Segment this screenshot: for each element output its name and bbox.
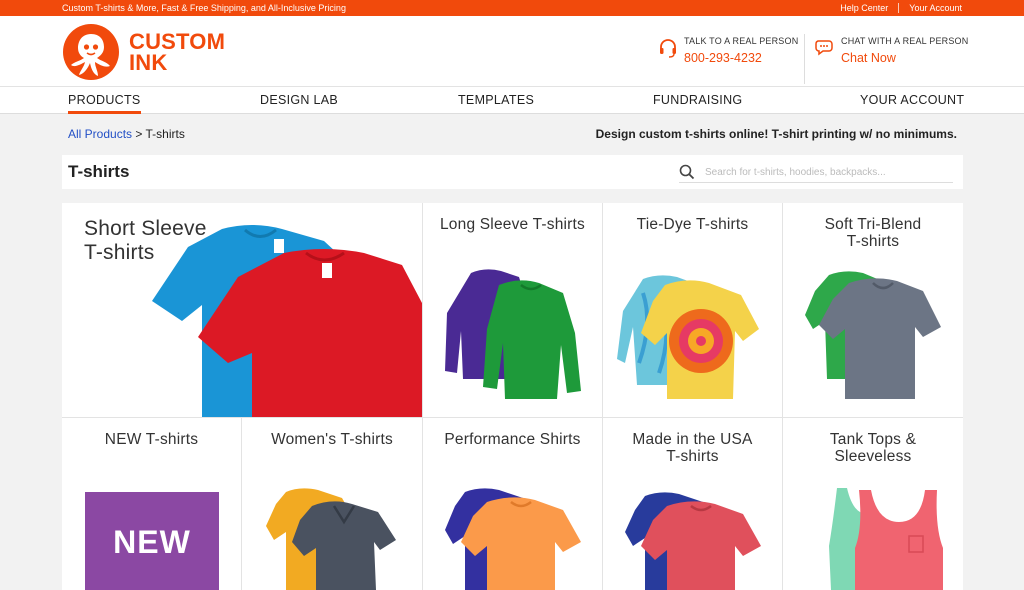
- phone-contact[interactable]: TALK TO A REAL PERSON 800-293-4232: [658, 36, 798, 65]
- octopus-logo-icon: [63, 24, 119, 80]
- phone-label: TALK TO A REAL PERSON: [684, 36, 799, 46]
- category-card-tank-tops[interactable]: Tank Tops & Sleeveless: [783, 418, 963, 590]
- promo-text: Custom T-shirts & More, Fast & Free Ship…: [62, 3, 346, 13]
- logo-line-1: CUSTOM: [129, 29, 226, 54]
- search-icon[interactable]: [679, 164, 695, 180]
- nav-design-lab[interactable]: DESIGN LAB: [260, 93, 338, 107]
- short-sleeve-tshirt-image: [152, 225, 422, 417]
- category-label-line-1: NEW T-shirts: [104, 431, 199, 448]
- performance-shirt-image: [445, 488, 581, 590]
- category-card-performance[interactable]: Performance Shirts: [423, 418, 602, 590]
- breadcrumb-all-products[interactable]: All Products: [68, 127, 132, 141]
- search-input[interactable]: [705, 163, 950, 181]
- page-title-bar: T-shirts: [62, 155, 963, 189]
- chat-label: CHAT WITH A REAL PERSON: [841, 36, 969, 46]
- category-card-short-sleeve[interactable]: Short Sleeve T-shirts: [62, 203, 422, 417]
- chat-now-link[interactable]: Chat Now: [841, 51, 968, 65]
- search-box[interactable]: [679, 161, 953, 183]
- nav-templates[interactable]: TEMPLATES: [458, 93, 534, 107]
- headset-icon: [660, 39, 676, 58]
- category-grid: Short Sleeve T-shirts Long Sleeve T-shir…: [62, 203, 963, 590]
- logo-wordmark: CUSTOM INK: [129, 29, 226, 75]
- category-label: NEW T-shirts: [62, 431, 241, 448]
- nav-fundraising[interactable]: FUNDRAISING: [653, 93, 742, 107]
- tank-top-image: [829, 488, 943, 590]
- custom-ink-logo[interactable]: CUSTOM INK: [62, 23, 225, 81]
- tie-dye-tshirt-image: [617, 275, 759, 399]
- main-nav: PRODUCTS DESIGN LAB TEMPLATES FUNDRAISIN…: [0, 86, 1024, 114]
- category-card-made-in-usa[interactable]: Made in the USA T-shirts: [603, 418, 782, 590]
- new-badge: NEW: [85, 492, 219, 590]
- tri-blend-tshirt-image: [805, 271, 941, 399]
- chat-contact[interactable]: CHAT WITH A REAL PERSON Chat Now: [815, 36, 968, 65]
- your-account-link[interactable]: Your Account: [899, 3, 962, 13]
- category-card-tie-dye[interactable]: Tie-Dye T-shirts: [603, 203, 782, 417]
- breadcrumb: All Products > T-shirts: [68, 127, 185, 141]
- category-card-new[interactable]: NEW T-shirts NEW: [62, 418, 241, 590]
- breadcrumb-current: T-shirts: [145, 127, 185, 141]
- chat-bubble-icon: [815, 40, 833, 56]
- category-card-tri-blend[interactable]: Soft Tri-Blend T-shirts: [783, 203, 963, 417]
- phone-number[interactable]: 800-293-4232: [684, 51, 798, 65]
- logo-line-2: INK: [129, 50, 168, 75]
- nav-your-account[interactable]: YOUR ACCOUNT: [860, 93, 964, 107]
- help-center-link[interactable]: Help Center: [830, 3, 898, 13]
- long-sleeve-tshirt-image: [445, 269, 581, 399]
- made-in-usa-tshirt-image: [625, 492, 761, 590]
- category-card-long-sleeve[interactable]: Long Sleeve T-shirts: [423, 203, 602, 417]
- divider: [804, 34, 805, 84]
- womens-tshirt-image: [266, 488, 396, 590]
- breadcrumb-row: All Products > T-shirts Design custom t-…: [68, 127, 957, 141]
- site-header: CUSTOM INK TALK TO A REAL PERSON 800-293…: [0, 16, 1024, 86]
- breadcrumb-separator: >: [132, 127, 146, 141]
- tagline: Design custom t-shirts online! T-shirt p…: [595, 127, 957, 141]
- category-card-womens[interactable]: Women's T-shirts: [242, 418, 422, 590]
- new-badge-text: NEW: [113, 523, 191, 560]
- page-title: T-shirts: [68, 162, 130, 181]
- top-promo-bar: Custom T-shirts & More, Fast & Free Ship…: [0, 0, 1024, 16]
- nav-products[interactable]: PRODUCTS: [68, 93, 141, 114]
